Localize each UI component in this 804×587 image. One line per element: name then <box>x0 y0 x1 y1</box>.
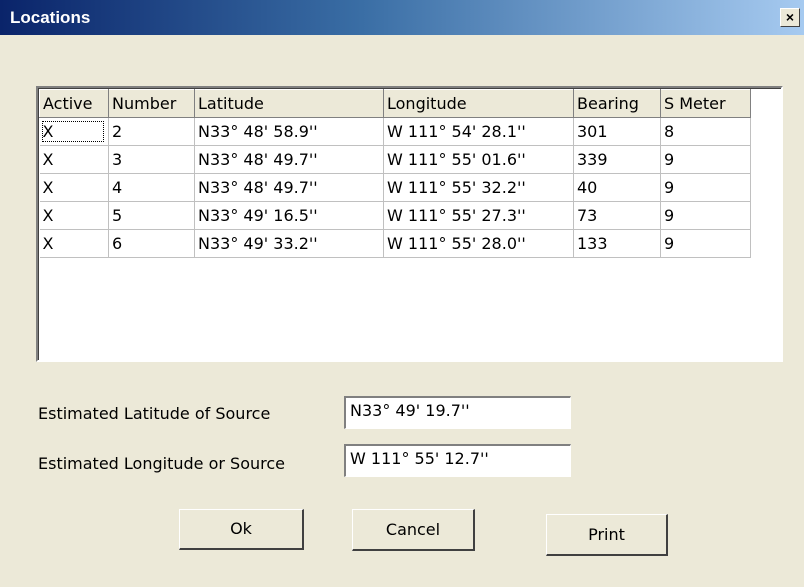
column-header-bearing[interactable]: Bearing <box>573 89 661 118</box>
table-row[interactable]: X 2 N33° 48' 58.9'' W 111° 54' 28.1'' 30… <box>39 117 751 146</box>
cell-number[interactable]: 3 <box>108 145 195 174</box>
locations-grid[interactable]: Active Number Latitude Longitude Bearing… <box>36 86 783 362</box>
cell-active[interactable]: X <box>39 229 109 258</box>
cell-s-meter[interactable]: 9 <box>660 173 751 202</box>
estimated-longitude-label: Estimated Longitude or Source <box>38 454 285 473</box>
cell-bearing[interactable]: 133 <box>573 229 661 258</box>
locations-dialog: Locations × Active Number Latitude Longi… <box>0 0 804 587</box>
cell-active[interactable]: X <box>39 201 109 230</box>
column-header-active[interactable]: Active <box>39 89 109 118</box>
cell-s-meter[interactable]: 9 <box>660 201 751 230</box>
table-row[interactable]: X 4 N33° 48' 49.7'' W 111° 55' 32.2'' 40… <box>39 173 751 202</box>
cancel-button[interactable]: Cancel <box>352 509 475 551</box>
cell-latitude[interactable]: N33° 48' 58.9'' <box>194 117 384 146</box>
cell-latitude[interactable]: N33° 49' 33.2'' <box>194 229 384 258</box>
ok-button[interactable]: Ok <box>179 509 304 550</box>
cell-number[interactable]: 6 <box>108 229 195 258</box>
cell-longitude[interactable]: W 111° 55' 32.2'' <box>383 173 574 202</box>
print-button[interactable]: Print <box>546 514 668 556</box>
cell-s-meter[interactable]: 9 <box>660 229 751 258</box>
cell-bearing[interactable]: 40 <box>573 173 661 202</box>
table-header-row: Active Number Latitude Longitude Bearing… <box>39 89 751 118</box>
cell-bearing[interactable]: 339 <box>573 145 661 174</box>
estimated-latitude-label: Estimated Latitude of Source <box>38 404 271 423</box>
cell-number[interactable]: 5 <box>108 201 195 230</box>
cell-active[interactable]: X <box>39 173 109 202</box>
table-row[interactable]: X 3 N33° 48' 49.7'' W 111° 55' 01.6'' 33… <box>39 145 751 174</box>
column-header-longitude[interactable]: Longitude <box>383 89 574 118</box>
estimated-longitude-field[interactable]: W 111° 55' 12.7'' <box>344 444 571 477</box>
cell-latitude[interactable]: N33° 48' 49.7'' <box>194 173 384 202</box>
cell-active[interactable]: X <box>39 145 109 174</box>
table-row[interactable]: X 6 N33° 49' 33.2'' W 111° 55' 28.0'' 13… <box>39 229 751 258</box>
close-icon[interactable]: × <box>780 8 800 27</box>
cell-active-value: X <box>41 121 104 142</box>
column-header-s-meter[interactable]: S Meter <box>660 89 751 118</box>
cell-longitude[interactable]: W 111° 55' 28.0'' <box>383 229 574 258</box>
cell-longitude[interactable]: W 111° 54' 28.1'' <box>383 117 574 146</box>
cell-bearing[interactable]: 73 <box>573 201 661 230</box>
table-row[interactable]: X 5 N33° 49' 16.5'' W 111° 55' 27.3'' 73… <box>39 201 751 230</box>
cell-longitude[interactable]: W 111° 55' 27.3'' <box>383 201 574 230</box>
title-bar[interactable]: Locations × <box>0 0 804 35</box>
cell-latitude[interactable]: N33° 49' 16.5'' <box>194 201 384 230</box>
column-header-number[interactable]: Number <box>108 89 195 118</box>
cell-latitude[interactable]: N33° 48' 49.7'' <box>194 145 384 174</box>
column-header-latitude[interactable]: Latitude <box>194 89 384 118</box>
estimated-latitude-field[interactable]: N33° 49' 19.7'' <box>344 396 571 429</box>
locations-table: Active Number Latitude Longitude Bearing… <box>39 89 751 258</box>
cell-longitude[interactable]: W 111° 55' 01.6'' <box>383 145 574 174</box>
cell-bearing[interactable]: 301 <box>573 117 661 146</box>
cell-s-meter[interactable]: 9 <box>660 145 751 174</box>
cell-s-meter[interactable]: 8 <box>660 117 751 146</box>
cell-active[interactable]: X <box>39 117 109 146</box>
cell-number[interactable]: 4 <box>108 173 195 202</box>
cell-number[interactable]: 2 <box>108 117 195 146</box>
window-title: Locations <box>10 8 91 27</box>
